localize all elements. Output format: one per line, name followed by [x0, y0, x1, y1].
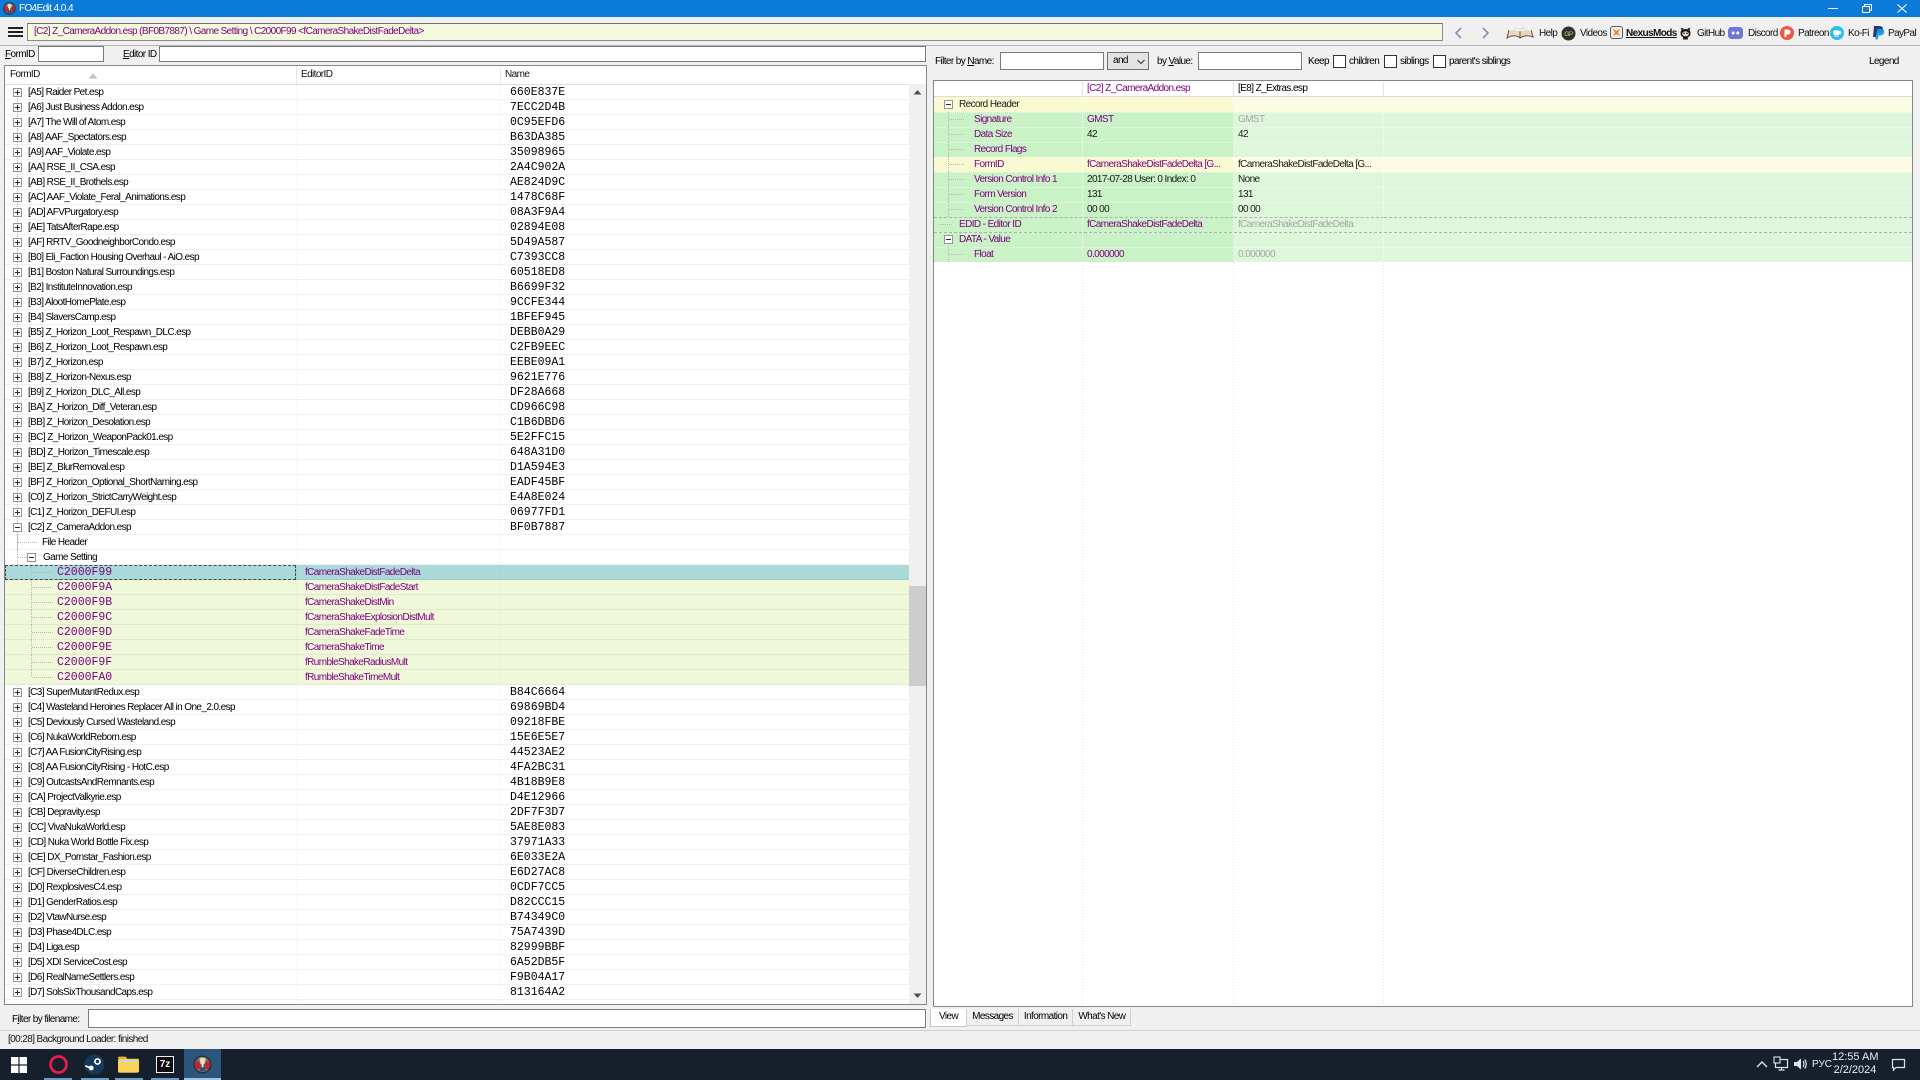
svg-text:GP: GP — [1564, 31, 1572, 38]
